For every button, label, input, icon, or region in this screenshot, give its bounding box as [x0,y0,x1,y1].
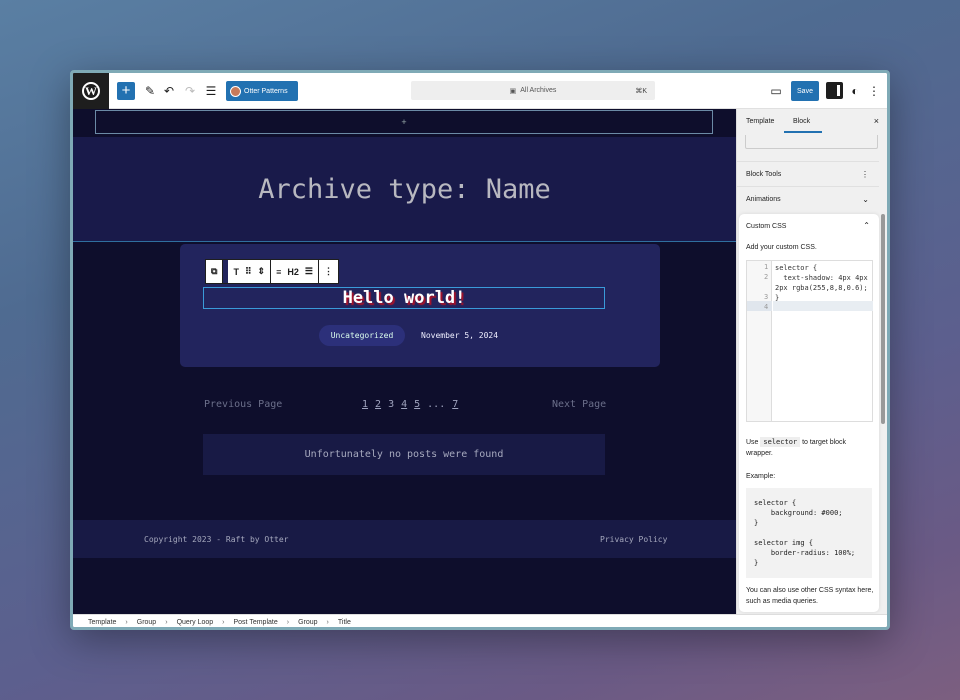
breadcrumb-item[interactable]: Group [298,619,317,626]
example-code: selector { background: #000; } selector … [746,488,872,578]
chevron-right-icon: › [326,619,329,626]
otter-avatar-icon [230,85,241,97]
also-hint: You can also use other CSS syntax here, … [746,587,874,605]
chevron-right-icon: › [286,619,290,626]
line-number: 2 [764,273,769,281]
archive-title[interactable]: Archive type: Name [73,137,736,242]
animations-panel[interactable]: Animations ⌄ [737,186,879,211]
more-options-icon: ⋮ [323,266,333,276]
page-ellipsis: ... [427,399,446,410]
editor-window: W + ✎ ↶ ↷ ☰ Otter Patterns ▣ All Archive… [70,70,890,630]
no-results-message: Unfortunately no posts were found [203,434,605,475]
chevron-right-icon: › [125,619,128,626]
breadcrumb: Template › Group › Query Loop › Post Templa… [73,614,887,627]
block-tools-label: Block Tools [746,170,782,178]
page-link[interactable]: 5 [414,399,420,410]
animations-label: Animations [746,195,781,203]
settings-sidebar: Template Block × Block Tools ⋮ Animation… [736,109,887,614]
custom-css-panel: Custom CSS ⌃ Add your custom CSS. 1 2 3 … [739,214,879,612]
breadcrumb-item[interactable]: Group [137,619,156,626]
heading-level-button[interactable]: H2 [287,267,299,277]
sidebar-field[interactable] [745,135,878,149]
options-menu-icon[interactable]: ⋮ [868,82,880,100]
block-tools-panel[interactable]: Block Tools ⋮ [737,161,879,186]
editor-gutter [747,261,772,421]
text-align-icon[interactable]: ☰ [305,266,313,277]
site-footer: Copyright 2023 - Raft by Otter Privacy P… [73,520,736,558]
block-mover[interactable]: T ⠿ ⇕ [228,260,272,283]
privacy-policy-link[interactable]: Privacy Policy [600,535,667,544]
settings-sidebar-toggle-icon[interactable] [826,82,843,99]
redo-icon[interactable]: ↷ [183,82,197,100]
css-code[interactable]: selector { text-shadow: 4px 4px 2px rgba… [775,263,868,303]
list-view-icon[interactable]: ☰ [204,82,218,100]
line-number: 4 [764,303,769,311]
transform-icon: ⧉ [211,266,218,276]
save-button[interactable]: Save [791,81,819,101]
block-controls: ≡ H2 ☰ [271,260,319,283]
block-type-icon: T [233,266,239,277]
command-palette-button[interactable]: ▣ All Archives ⌘K [411,81,655,100]
close-icon[interactable]: × [874,116,879,126]
add-block-button[interactable]: + [117,82,135,100]
chevron-right-icon: › [165,619,168,626]
css-code-editor[interactable]: 1 2 3 4 selector { text-shadow: 4px 4px … [746,260,873,422]
more-options-icon[interactable]: ⋮ [861,170,869,179]
command-label: All Archives [520,87,557,94]
undo-icon[interactable]: ↶ [162,82,176,100]
example-label: Example: [746,473,776,480]
page-link[interactable]: 2 [375,399,381,410]
selector-code: selector [760,437,801,447]
breadcrumb-item: Title [337,619,351,626]
block-toolbar: ⧉ T ⠿ ⇕ ≡ H2 ☰ ⋮ [205,259,339,284]
next-page-link[interactable]: Next Page [552,399,606,410]
styles-icon[interactable]: ◐ [848,82,862,100]
current-page: 3 [388,399,395,410]
breadcrumb-item[interactable]: Query Loop [177,619,214,626]
move-up-down-icon[interactable]: ⇕ [258,266,266,277]
page-link[interactable]: 4 [401,399,407,410]
editor-canvas: + Archive type: Name ⧉ T ⠿ ⇕ ≡ H2 ☰ ⋮ He… [73,109,736,614]
post-title[interactable]: Hello world! [203,287,605,309]
category-badge[interactable]: Uncategorized [319,325,405,346]
tab-template[interactable]: Template [746,118,774,125]
active-tab-indicator [784,131,822,133]
sidebar-scrollbar[interactable] [881,214,885,424]
wordpress-logo-icon[interactable]: W [73,73,109,109]
custom-css-heading[interactable]: Custom CSS [746,223,786,230]
tab-block[interactable]: Block [793,118,810,125]
sidebar-tabs: Template Block × [737,109,887,133]
chevron-right-icon: › [222,619,225,626]
device-preview-icon[interactable]: ▭ [769,82,783,100]
previous-page-link[interactable]: Previous Page [204,399,282,410]
command-shortcut: ⌘K [635,87,647,95]
usage-prefix: Use [746,439,759,446]
pagination-numbers: 1 2 3 4 5 ... 7 [362,399,458,410]
breadcrumb-item[interactable]: Post Template [234,619,278,626]
pen-tool-icon[interactable]: ✎ [143,82,157,100]
drag-handle-icon[interactable]: ⠿ [245,266,252,277]
breadcrumb-item[interactable]: Template [88,619,116,626]
usage-hint: Use selector to target block wrapper. [746,437,871,459]
page-link[interactable]: 7 [452,399,458,410]
add-block-appender[interactable]: + [95,110,713,134]
block-transform-button[interactable]: ⧉ [206,260,224,283]
align-icon[interactable]: ≡ [276,267,281,277]
otter-patterns-button[interactable]: Otter Patterns [226,81,298,101]
footer-copyright: Copyright 2023 - Raft by Otter [144,535,289,544]
otter-patterns-label: Otter Patterns [244,87,288,95]
page-link[interactable]: 1 [362,399,368,410]
post-date: November 5, 2024 [421,331,499,340]
editor-topbar: W + ✎ ↶ ↷ ☰ Otter Patterns ▣ All Archive… [73,73,887,109]
block-options-button[interactable]: ⋮ [319,260,338,283]
chevron-down-icon[interactable]: ⌄ [862,195,869,204]
chevron-up-icon[interactable]: ⌃ [863,221,870,230]
template-icon: ▣ [509,87,517,95]
line-number: 1 [764,263,769,271]
line-number: 3 [764,293,769,301]
custom-css-description: Add your custom CSS. [746,244,817,251]
